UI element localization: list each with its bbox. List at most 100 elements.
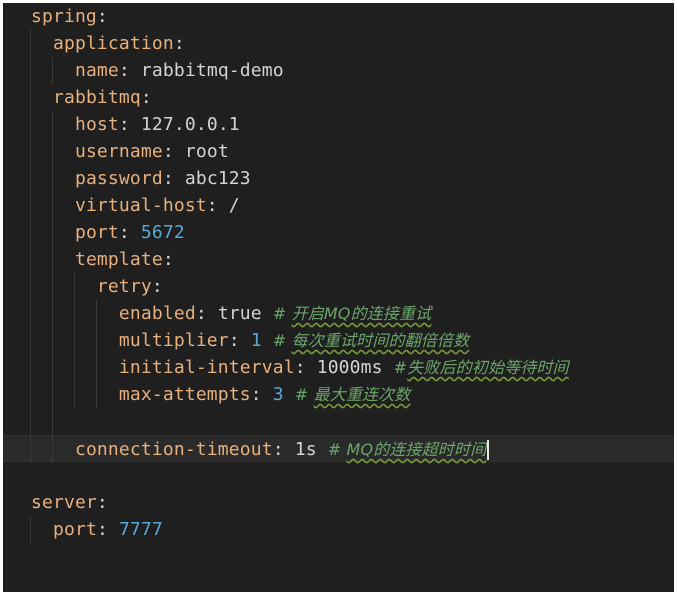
yaml-colon: :	[140, 87, 152, 108]
text-caret	[487, 440, 489, 460]
yaml-colon: :	[96, 519, 108, 540]
indent-guide	[52, 327, 53, 354]
indent-guide	[30, 111, 31, 138]
yaml-colon: :	[173, 33, 185, 54]
yaml-colon: :	[118, 114, 130, 135]
yaml-comment: #失败后的初始等待时间	[394, 358, 569, 377]
indent-guide	[96, 354, 97, 381]
indent-guide	[30, 30, 31, 57]
yaml-colon: :	[96, 6, 108, 27]
yaml-value: 127.0.0.1	[140, 114, 240, 135]
yaml-colon: :	[206, 195, 218, 216]
code-line[interactable]: initial-interval: 1000ms #失败后的初始等待时间	[3, 354, 674, 381]
indent-guide	[74, 354, 75, 381]
yaml-key: name	[74, 60, 119, 81]
yaml-colon: :	[195, 303, 207, 324]
yaml-key: initial-interval	[118, 357, 295, 378]
indent-guide	[96, 327, 97, 354]
yaml-key: application	[52, 33, 174, 54]
indent-guide	[30, 84, 31, 111]
indent-guide	[74, 327, 75, 354]
indent-guide	[30, 219, 31, 246]
comment-text: 失败后的初始等待时间	[407, 358, 569, 377]
comment-text: 每次重试时间的翻倍倍数	[291, 331, 470, 350]
yaml-key: enabled	[118, 303, 196, 324]
code-line[interactable]	[3, 462, 674, 489]
yaml-value: 7777	[118, 519, 163, 540]
indent-guide	[96, 300, 97, 327]
yaml-colon: :	[96, 492, 108, 513]
yaml-value: 1	[250, 330, 262, 351]
yaml-colon: :	[151, 276, 163, 297]
comment-text: 开启MQ的连接重试	[291, 304, 432, 323]
yaml-comment: # MQ的连接超时时间	[328, 440, 487, 459]
yaml-colon: :	[228, 330, 240, 351]
code-line[interactable]: retry:	[3, 273, 674, 300]
code-line[interactable]: port: 7777	[3, 516, 674, 543]
yaml-value: root	[184, 141, 229, 162]
code-line[interactable]: server:	[3, 489, 674, 516]
indent-guide	[74, 300, 75, 327]
code-line[interactable]: username: root	[3, 138, 674, 165]
yaml-key: virtual-host	[74, 195, 207, 216]
code-line[interactable]: port: 5672	[3, 219, 674, 246]
indent-guide	[52, 192, 53, 219]
yaml-key: max-attempts	[118, 384, 251, 405]
indent-guide	[30, 165, 31, 192]
yaml-value: /	[228, 195, 240, 216]
code-line[interactable]: max-attempts: 3 # 最大重连次数	[3, 381, 674, 408]
code-line[interactable]: connection-timeout: 1s # MQ的连接超时时间	[3, 435, 674, 463]
code-area[interactable]: spring: application: name: rabbitmq-demo…	[3, 3, 674, 543]
indent-guide	[74, 381, 75, 408]
yaml-comment: # 每次重试时间的翻倍倍数	[273, 331, 469, 350]
code-line[interactable]: password: abc123	[3, 165, 674, 192]
code-line[interactable]: enabled: true # 开启MQ的连接重试	[3, 300, 674, 327]
code-line[interactable]: spring:	[3, 3, 674, 30]
indent-guide	[52, 219, 53, 246]
yaml-key: rabbitmq	[52, 87, 141, 108]
code-line[interactable]: multiplier: 1 # 每次重试时间的翻倍倍数	[3, 327, 674, 354]
indent-guide	[30, 436, 31, 463]
code-line[interactable]: application:	[3, 30, 674, 57]
indent-guide	[52, 408, 53, 435]
code-line[interactable]: template:	[3, 246, 674, 273]
yaml-value: 1s	[294, 439, 317, 460]
yaml-key: connection-timeout	[74, 439, 273, 460]
code-line[interactable]	[3, 408, 674, 435]
yaml-key: multiplier	[118, 330, 229, 351]
indent-guide	[30, 246, 31, 273]
comment-prefix: #	[272, 331, 292, 350]
yaml-comment: # 开启MQ的连接重试	[273, 304, 432, 323]
indent-guide	[30, 516, 31, 543]
indent-guide	[74, 273, 75, 300]
code-line[interactable]: name: rabbitmq-demo	[3, 57, 674, 84]
indent-guide	[52, 354, 53, 381]
indent-guide	[30, 192, 31, 219]
comment-prefix: #	[294, 385, 314, 404]
indent-guide	[52, 381, 53, 408]
yaml-key: host	[74, 114, 119, 135]
yaml-colon: :	[294, 357, 306, 378]
comment-prefix: #	[272, 304, 292, 323]
yaml-colon: :	[118, 222, 130, 243]
indent-guide	[52, 57, 53, 84]
comment-prefix: #	[393, 358, 408, 377]
indent-guide	[52, 273, 53, 300]
code-line[interactable]: rabbitmq:	[3, 84, 674, 111]
yaml-colon: :	[250, 384, 262, 405]
indent-guide	[52, 165, 53, 192]
code-line[interactable]: host: 127.0.0.1	[3, 111, 674, 138]
indent-guide	[30, 327, 31, 354]
code-line[interactable]: virtual-host: /	[3, 192, 674, 219]
yaml-colon: :	[162, 249, 174, 270]
indent-guide	[30, 381, 31, 408]
yaml-comment: # 最大重连次数	[295, 385, 411, 404]
editor-pane[interactable]: spring: application: name: rabbitmq-demo…	[3, 3, 674, 592]
yaml-value: 1000ms	[316, 357, 383, 378]
comment-text: 最大重连次数	[313, 385, 411, 404]
indent-guide	[30, 138, 31, 165]
yaml-key: retry	[96, 276, 152, 297]
